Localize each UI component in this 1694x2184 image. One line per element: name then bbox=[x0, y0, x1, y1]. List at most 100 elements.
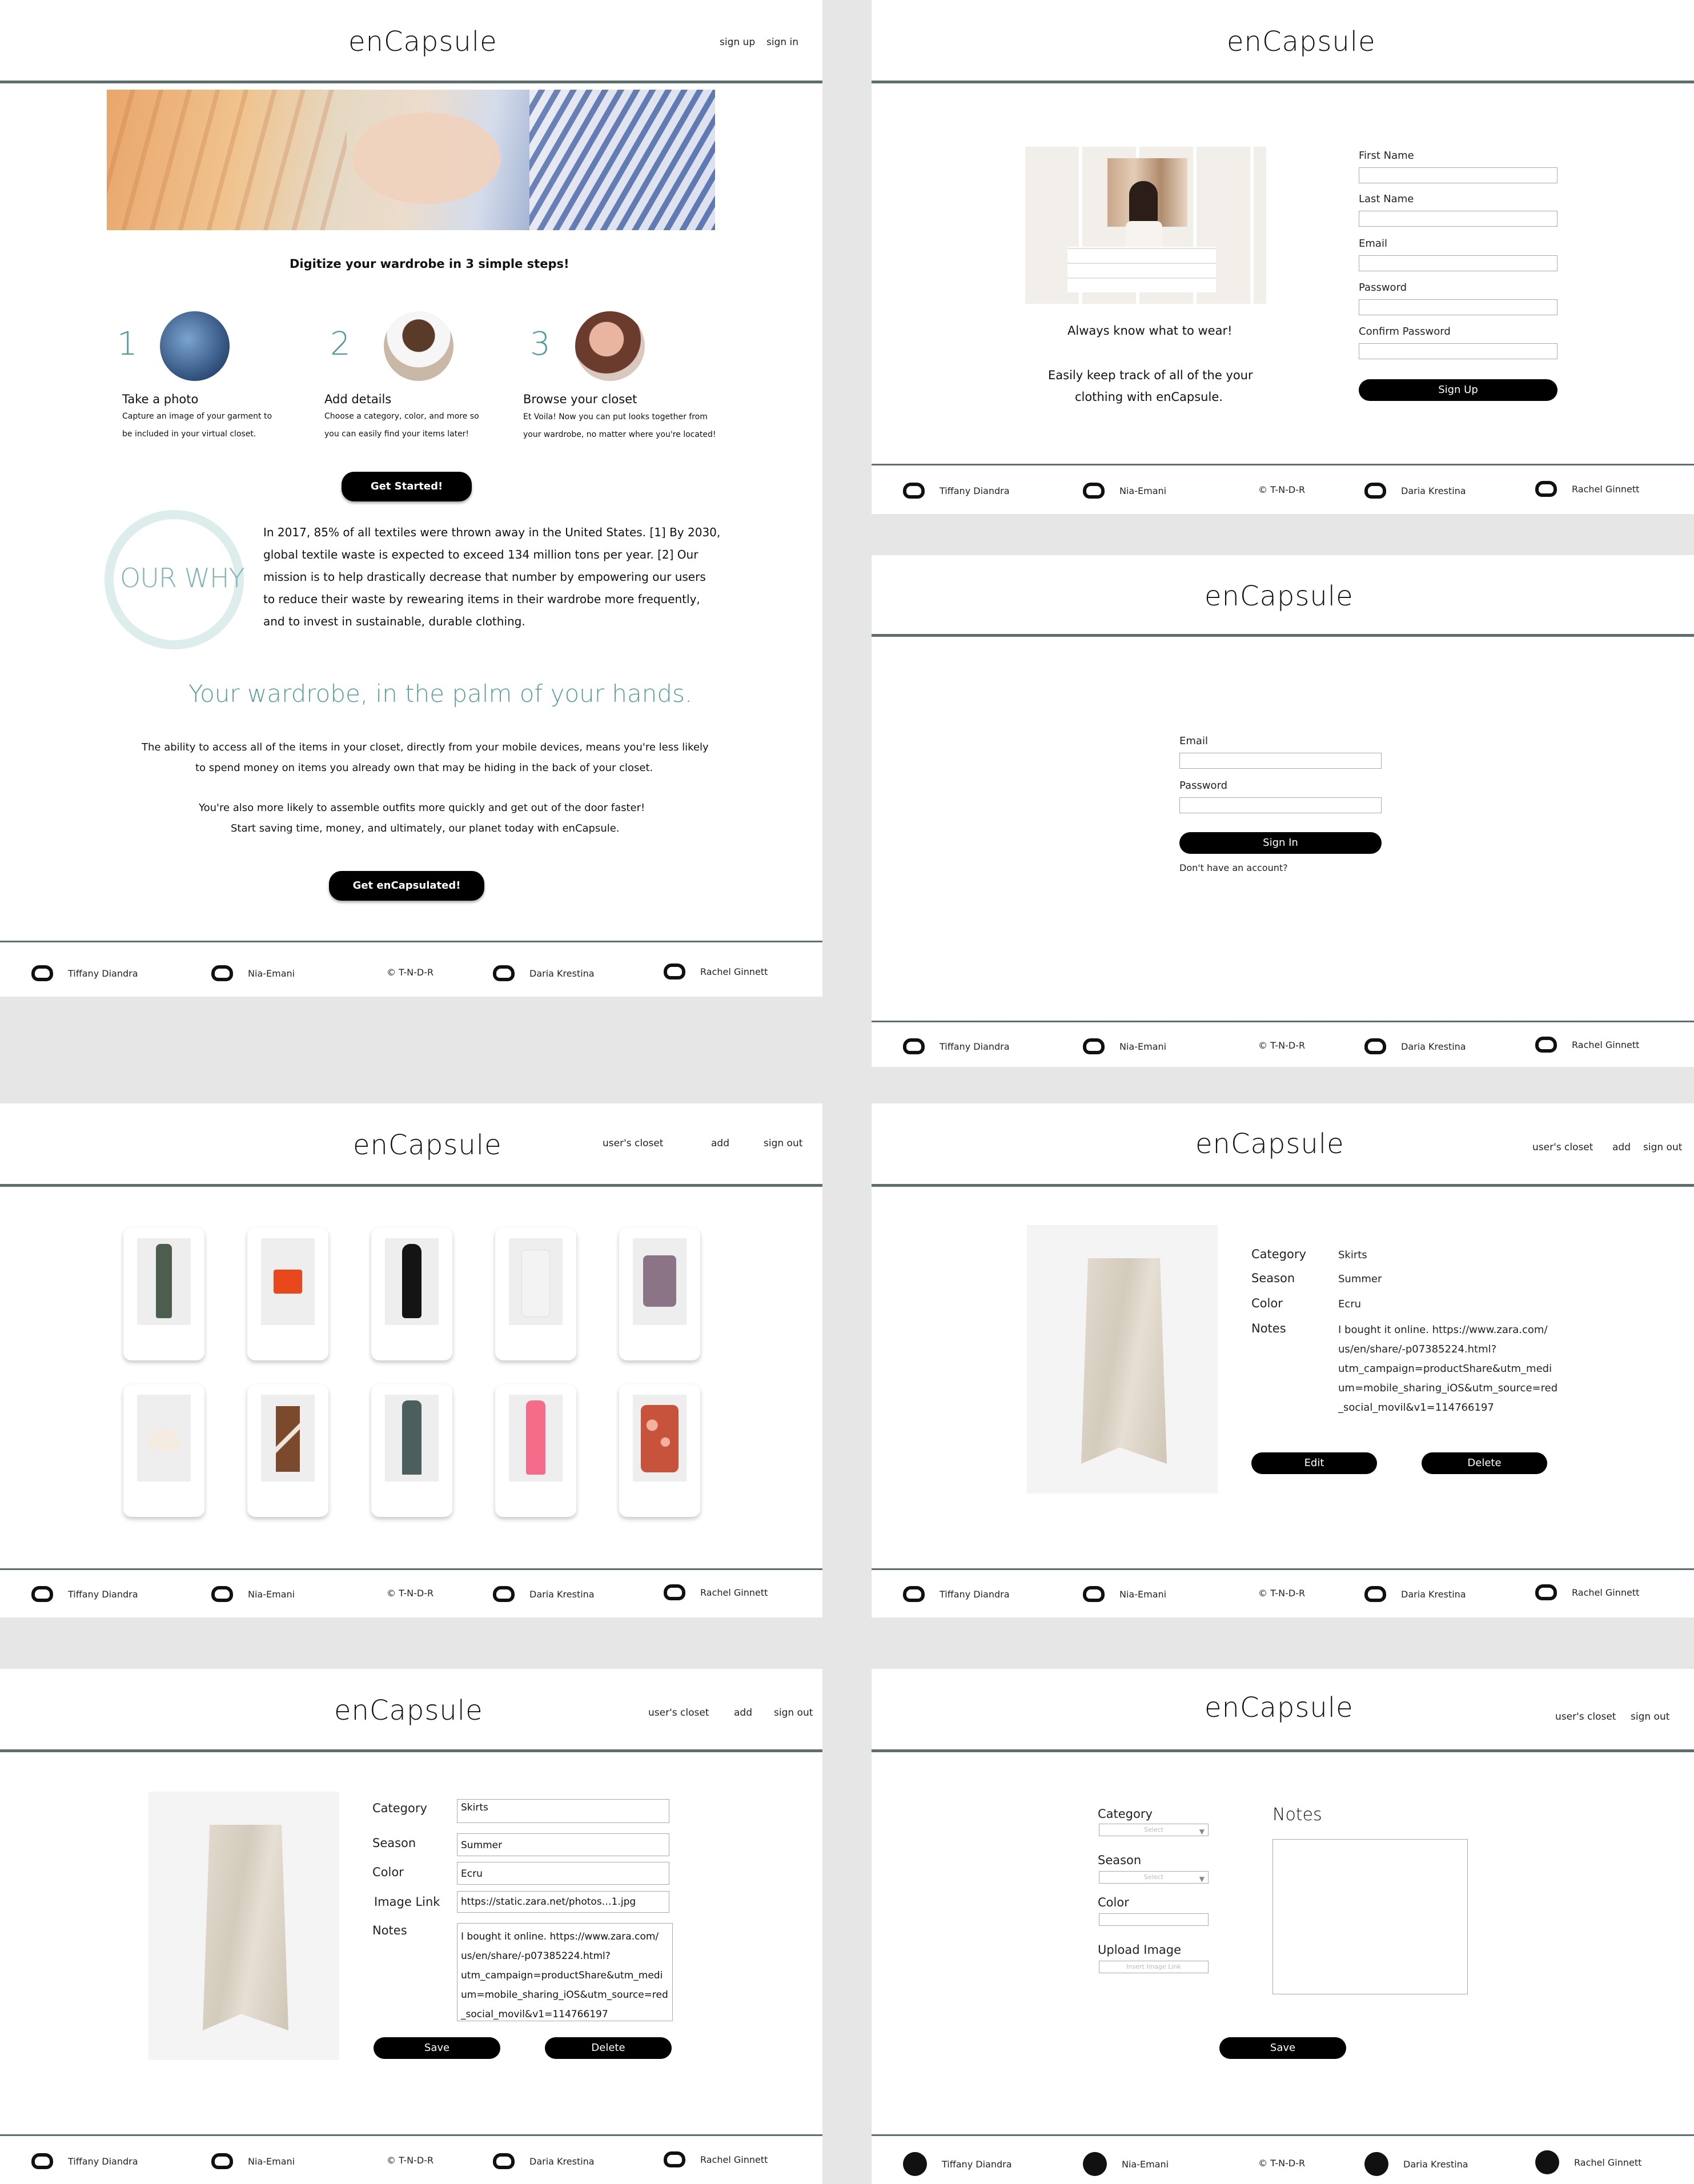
nav-sign-in[interactable]: sign in bbox=[766, 37, 798, 48]
get-encapsulated-button[interactable]: Get enCapsulated! bbox=[329, 871, 484, 901]
footer-member[interactable]: Tiffany Diandra bbox=[903, 483, 1010, 499]
image-link-field[interactable]: Insert Image Link bbox=[1099, 1961, 1209, 1973]
nav-add[interactable]: add bbox=[734, 1707, 752, 1719]
delete-button[interactable]: Delete bbox=[545, 2037, 672, 2059]
edit-button[interactable]: Edit bbox=[1251, 1452, 1377, 1474]
save-button[interactable]: Save bbox=[374, 2037, 500, 2059]
copyright: © T-N-D-R bbox=[1258, 1040, 1306, 1051]
nav-sign-out[interactable]: sign out bbox=[1643, 1142, 1682, 1153]
github-icon bbox=[211, 1586, 233, 1602]
footer-member[interactable]: Daria Krestina bbox=[493, 1586, 595, 1602]
nav-sign-out[interactable]: sign out bbox=[1631, 1711, 1669, 1723]
footer-member[interactable]: Nia-Emani bbox=[211, 965, 295, 981]
footer-member[interactable]: Rachel Ginnett bbox=[664, 963, 768, 979]
nav-sign-out[interactable]: sign out bbox=[774, 1707, 813, 1719]
footer-member[interactable]: Nia-Emani bbox=[1083, 2152, 1169, 2176]
clothing-card[interactable] bbox=[495, 1228, 576, 1360]
footer-member[interactable]: Rachel Ginnett bbox=[664, 1584, 768, 1600]
step-2-photo bbox=[384, 311, 453, 381]
clothing-card[interactable] bbox=[619, 1384, 700, 1517]
home-page: enCapsule sign up sign in Digitize your … bbox=[0, 0, 822, 997]
clothing-card[interactable] bbox=[247, 1384, 328, 1517]
header: enCapsule user's closet add sign out bbox=[0, 1669, 822, 1752]
footer-member[interactable]: Nia-Emani bbox=[1083, 1586, 1166, 1602]
nav-users-closet[interactable]: user's closet bbox=[648, 1707, 709, 1719]
clothing-card[interactable] bbox=[619, 1228, 700, 1360]
notes-field[interactable]: I bought it online. https://www.zara.com… bbox=[457, 1923, 673, 2021]
why-text: In 2017, 85% of all textiles were thrown… bbox=[263, 525, 721, 539]
logo[interactable]: enCapsule bbox=[1227, 26, 1376, 58]
footer-member[interactable]: Tiffany Diandra bbox=[903, 1586, 1010, 1602]
signup-link[interactable]: Don't have an account? bbox=[1179, 862, 1288, 873]
delete-button[interactable]: Delete bbox=[1422, 1452, 1547, 1474]
footer-member[interactable]: Daria Krestina bbox=[1364, 1038, 1466, 1054]
footer-member[interactable]: Rachel Ginnett bbox=[664, 2151, 768, 2167]
color-field[interactable]: Ecru bbox=[457, 1862, 669, 1885]
clothing-card[interactable] bbox=[247, 1228, 328, 1360]
season-label: Season bbox=[372, 1836, 416, 1850]
footer-member[interactable]: Rachel Ginnett bbox=[1535, 2150, 1641, 2174]
nav-sign-out[interactable]: sign out bbox=[764, 1138, 802, 1149]
nav-users-closet[interactable]: user's closet bbox=[603, 1138, 663, 1149]
season-field[interactable]: Summer bbox=[457, 1833, 669, 1856]
clothing-card[interactable] bbox=[371, 1228, 452, 1360]
footer-member[interactable]: Nia-Emani bbox=[211, 2153, 295, 2169]
clothing-card[interactable] bbox=[371, 1384, 452, 1517]
clothing-card[interactable] bbox=[123, 1384, 204, 1517]
footer-member[interactable]: Tiffany Diandra bbox=[31, 1586, 138, 1602]
footer-member[interactable]: Rachel Ginnett bbox=[1535, 1584, 1639, 1600]
logo[interactable]: enCapsule bbox=[1205, 580, 1354, 612]
nav-add[interactable]: add bbox=[711, 1138, 729, 1149]
github-icon bbox=[1535, 1037, 1557, 1053]
confirm-password-field[interactable] bbox=[1359, 343, 1557, 359]
notes-value: us/en/share/-p07385224.html? bbox=[1338, 1343, 1497, 1355]
image-link-field[interactable]: https://static.zara.net/photos…1.jpg bbox=[457, 1891, 669, 1913]
password-field[interactable] bbox=[1179, 797, 1382, 813]
footer-member[interactable]: Nia-Emani bbox=[1083, 483, 1166, 499]
footer-member[interactable]: Daria Krestina bbox=[493, 965, 595, 981]
footer-member[interactable]: Nia-Emani bbox=[211, 1586, 295, 1602]
nav-sign-up[interactable]: sign up bbox=[720, 37, 755, 48]
sign-in-button[interactable]: Sign In bbox=[1179, 832, 1382, 854]
email-field[interactable] bbox=[1179, 753, 1382, 769]
logo[interactable]: enCapsule bbox=[1205, 1692, 1354, 1724]
step-1-desc: be included in your virtual closet. bbox=[122, 429, 256, 439]
category-select[interactable]: Select ▼ bbox=[1099, 1824, 1209, 1836]
footer-member[interactable]: Tiffany Diandra bbox=[31, 965, 138, 981]
nav-users-closet[interactable]: user's closet bbox=[1555, 1711, 1616, 1723]
footer-member[interactable]: Nia-Emani bbox=[1083, 1038, 1166, 1054]
footer-member[interactable]: Tiffany Diandra bbox=[31, 2153, 138, 2169]
nav-users-closet[interactable]: user's closet bbox=[1532, 1142, 1593, 1153]
get-started-button[interactable]: Get Started! bbox=[342, 472, 472, 501]
footer-member[interactable]: Daria Krestina bbox=[1364, 1586, 1466, 1602]
footer-member[interactable]: Daria Krestina bbox=[493, 2153, 595, 2169]
logo[interactable]: enCapsule bbox=[334, 1695, 483, 1727]
color-label: Color bbox=[1098, 1896, 1129, 1909]
footer-member[interactable]: Tiffany Diandra bbox=[903, 1038, 1010, 1054]
save-button[interactable]: Save bbox=[1219, 2037, 1346, 2059]
footer-member[interactable]: Daria Krestina bbox=[1364, 2152, 1468, 2176]
clothing-card[interactable] bbox=[495, 1384, 576, 1517]
notes-field[interactable] bbox=[1272, 1839, 1468, 1994]
footer-member[interactable]: Rachel Ginnett bbox=[1535, 1037, 1639, 1053]
email-field[interactable] bbox=[1359, 255, 1557, 271]
last-name-label: Last Name bbox=[1359, 193, 1414, 205]
our-why-label: OUR WHY bbox=[120, 563, 245, 593]
logo[interactable]: enCapsule bbox=[353, 1129, 502, 1161]
password-field[interactable] bbox=[1359, 299, 1557, 315]
footer-member[interactable]: Daria Krestina bbox=[1364, 483, 1466, 499]
github-icon bbox=[31, 965, 53, 981]
logo[interactable]: enCapsule bbox=[1195, 1128, 1344, 1160]
first-name-field[interactable] bbox=[1359, 167, 1557, 183]
sign-up-button[interactable]: Sign Up bbox=[1359, 379, 1557, 401]
logo[interactable]: enCapsule bbox=[348, 26, 497, 58]
footer-member[interactable]: Rachel Ginnett bbox=[1535, 481, 1639, 497]
nav-add[interactable]: add bbox=[1612, 1142, 1631, 1153]
color-field[interactable] bbox=[1099, 1913, 1209, 1926]
clothing-card[interactable] bbox=[123, 1228, 204, 1360]
footer-member[interactable]: Tiffany Diandra bbox=[903, 2152, 1012, 2176]
category-field[interactable]: Skirts bbox=[457, 1799, 669, 1823]
category-label: Category bbox=[1251, 1247, 1306, 1261]
last-name-field[interactable] bbox=[1359, 211, 1557, 227]
season-select[interactable]: Select ▼ bbox=[1099, 1871, 1209, 1884]
